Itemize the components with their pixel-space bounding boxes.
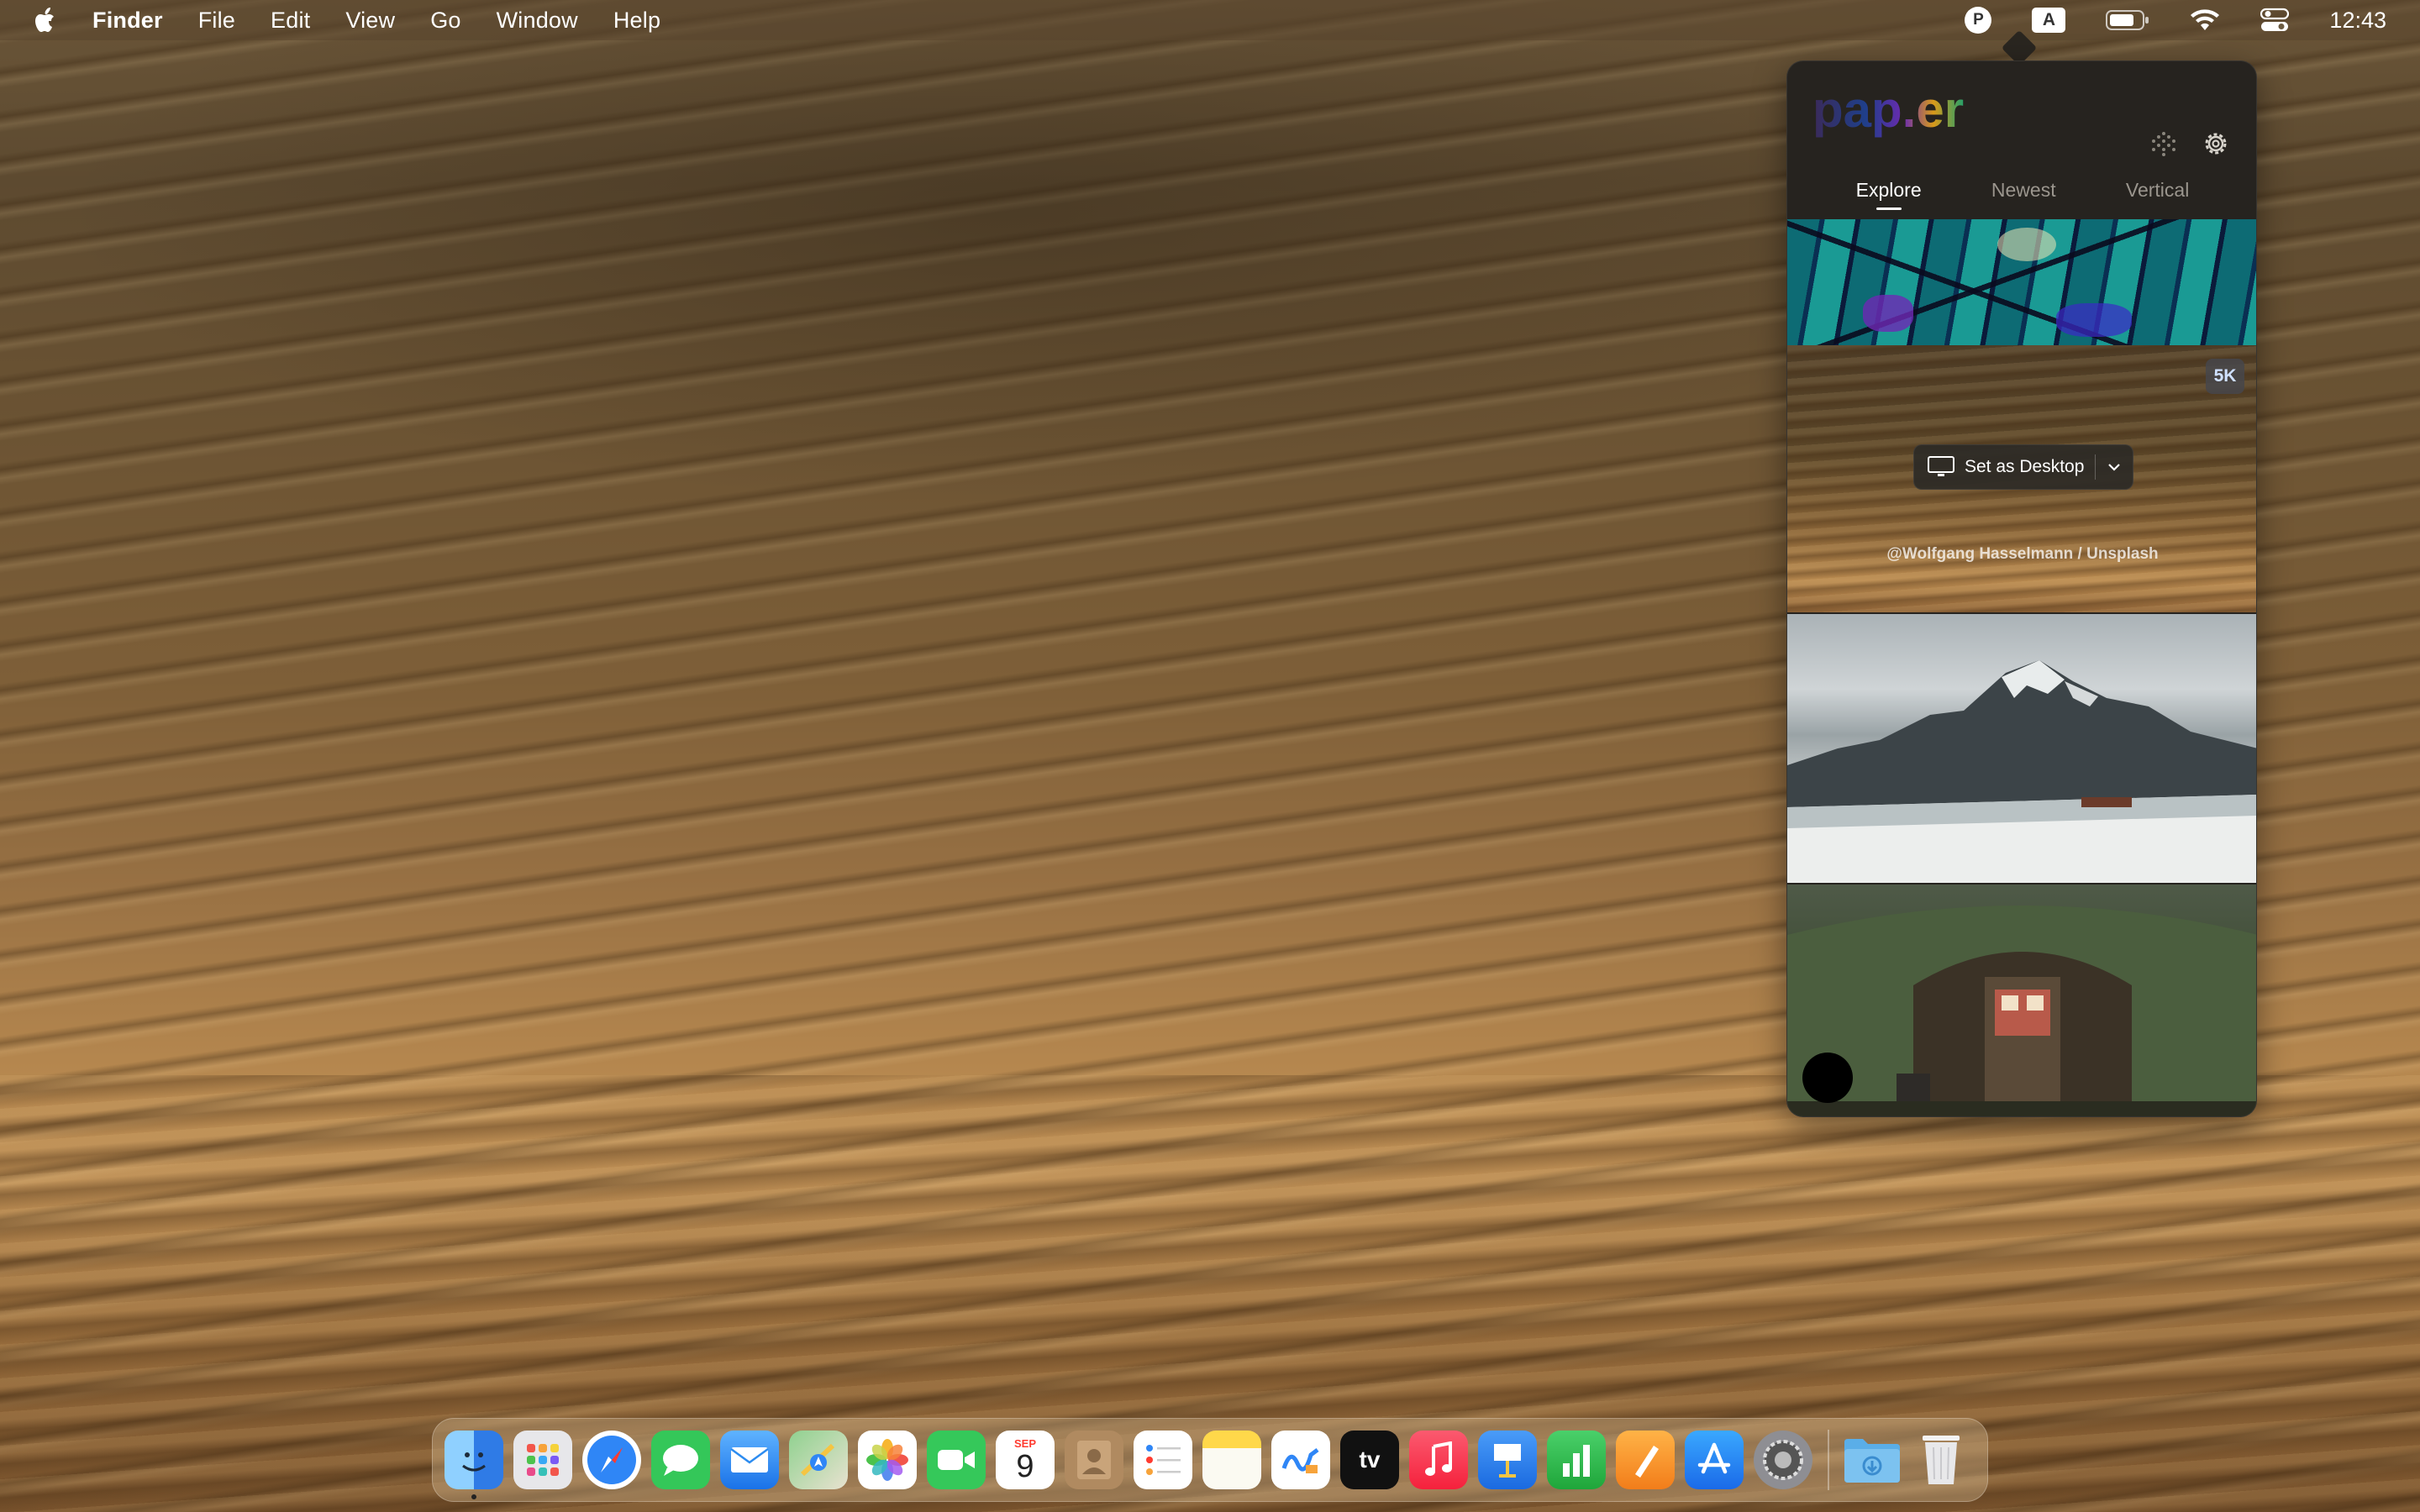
logo-text: pap.er [1812,87,1964,138]
menu-bar: Finder File Edit View Go Window Help P A… [0,0,2420,40]
popover-header: pap.er Explore Newest Vertical [1787,61,2256,219]
photo-credit[interactable]: @Wolfgang Hasselmann / Unsplash [1787,545,2256,564]
resolution-badge: 5K [2206,359,2244,394]
tab-vertical[interactable]: Vertical [2126,179,2189,210]
glass-pane-purple [1863,295,1913,332]
go-menu[interactable]: Go [430,8,460,34]
wallpaper-thumbnail-sand[interactable]: 5K Set as Desktop @Wolfgang Hasselmann /… [1787,345,2256,612]
app-name-menu[interactable]: Finder [92,8,163,34]
glass-highlight [1997,228,2056,261]
control-center-icon[interactable] [2260,8,2290,33]
glass-pane-blue [2056,303,2132,337]
trash-icon[interactable] [1912,1431,1970,1489]
reminders-icon[interactable] [1134,1431,1192,1489]
dock: SEP 9 tv [432,1418,1988,1502]
notes-icon[interactable] [1202,1431,1261,1489]
loading-indicator [1802,1053,1853,1103]
gear-icon[interactable] [2201,129,2231,159]
wallpaper-thumbnail-mountain[interactable] [1787,614,2256,883]
file-menu[interactable]: File [198,8,235,34]
launchpad-icon[interactable] [513,1431,572,1489]
calendar-day: 9 [1016,1448,1034,1484]
numbers-icon[interactable] [1547,1431,1606,1489]
freeform-icon[interactable] [1271,1431,1330,1489]
tv-label: tv [1359,1446,1381,1473]
wifi-icon[interactable] [2190,8,2220,32]
chevron-down-icon[interactable] [2104,457,2124,477]
tab-explore[interactable]: Explore [1856,179,1922,210]
keynote-icon[interactable] [1478,1431,1537,1489]
papr-label: P [1965,7,1992,34]
input-source-label: A [2032,8,2066,33]
contacts-icon[interactable] [1065,1431,1123,1489]
monitor-icon [1928,456,1954,476]
calendar-month: SEP [1013,1436,1036,1450]
view-menu[interactable]: View [345,8,395,34]
papr-popover: pap.er Explore Newest Vertical 5K Set as… [1786,60,2257,1117]
battery-icon[interactable] [2106,9,2149,31]
wallpaper-thumbnail-hut[interactable] [1787,885,2256,1116]
safari-icon[interactable] [582,1431,641,1489]
pages-icon[interactable] [1616,1431,1675,1489]
popover-tabs: Explore Newest Vertical [1787,179,2256,210]
downloads-folder-icon[interactable] [1843,1431,1902,1489]
papr-logo: pap.er [1812,81,2014,142]
calendar-icon[interactable]: SEP 9 [996,1431,1055,1489]
wallpaper-thumbnail-stained-glass[interactable] [1787,219,2256,345]
set-as-desktop-label: Set as Desktop [1965,457,2085,476]
app-store-icon[interactable] [1685,1431,1744,1489]
mail-icon[interactable] [720,1431,779,1489]
finder-icon[interactable] [445,1431,503,1499]
running-indicator [471,1494,476,1499]
input-source-icon[interactable]: A [2032,8,2066,33]
set-as-desktop-button[interactable]: Set as Desktop [1913,444,2133,490]
button-separator [2095,454,2096,480]
dock-divider [1828,1430,1829,1490]
window-menu[interactable]: Window [497,8,578,34]
edit-menu[interactable]: Edit [271,8,310,34]
menu-bar-clock[interactable]: 12:43 [2329,8,2386,34]
help-menu[interactable]: Help [613,8,660,34]
papr-menu-icon[interactable]: P [1965,7,1992,34]
facetime-icon[interactable] [927,1431,986,1489]
tab-newest[interactable]: Newest [1991,179,2056,210]
apple-menu-icon[interactable] [34,5,60,35]
maps-icon[interactable] [789,1431,848,1489]
system-settings-icon[interactable] [1754,1431,1812,1489]
messages-icon[interactable] [651,1431,710,1489]
music-icon[interactable] [1409,1431,1468,1489]
photos-icon[interactable] [858,1431,917,1489]
dot-grid-icon[interactable] [2149,129,2179,159]
tv-icon[interactable]: tv [1340,1431,1399,1489]
